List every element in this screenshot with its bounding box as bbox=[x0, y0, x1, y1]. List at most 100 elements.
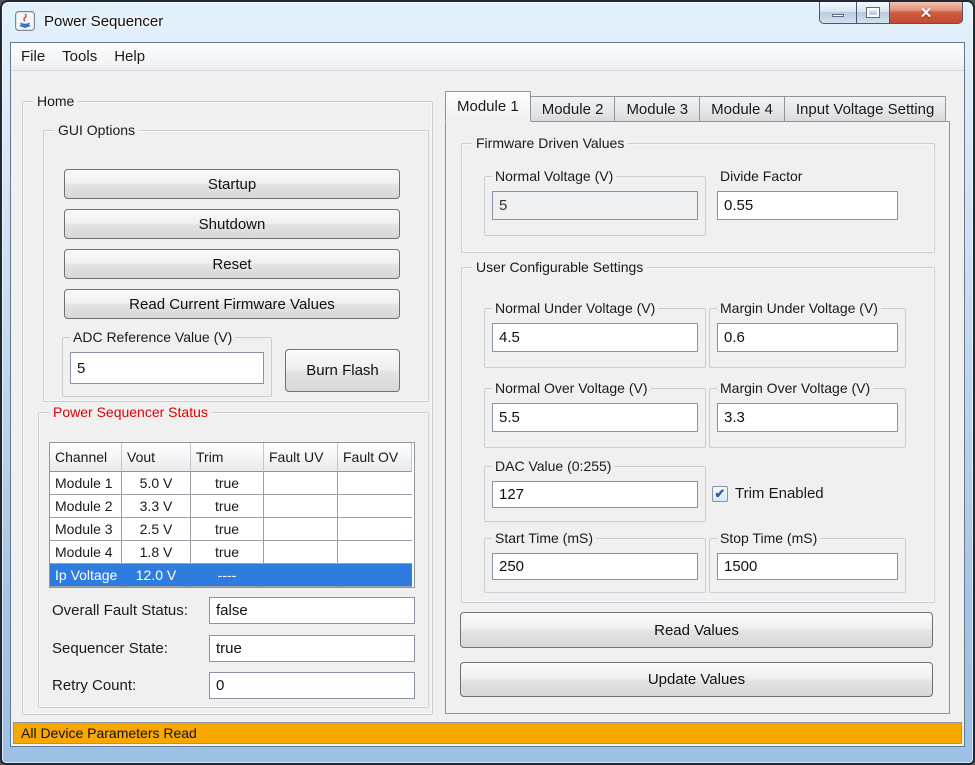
margin-under-voltage-group: Margin Under Voltage (V) bbox=[709, 308, 906, 368]
normal-under-voltage-input[interactable] bbox=[492, 323, 698, 352]
col-channel[interactable]: Channel bbox=[50, 443, 122, 472]
divide-factor-label: Divide Factor bbox=[717, 168, 805, 184]
start-time-group: Start Time (mS) bbox=[484, 538, 706, 593]
menu-tools[interactable]: Tools bbox=[62, 48, 97, 65]
normal-under-voltage-label: Normal Under Voltage (V) bbox=[492, 300, 658, 316]
stop-time-input[interactable] bbox=[717, 553, 898, 580]
firmware-driven-values-title: Firmware Driven Values bbox=[472, 135, 628, 151]
minimize-button[interactable] bbox=[819, 2, 857, 24]
cell-fault-uv bbox=[264, 564, 338, 587]
status-table-header: Channel Vout Trim Fault UV Fault OV bbox=[50, 443, 414, 472]
java-coffee-cup-icon bbox=[15, 11, 35, 31]
tab-module-2[interactable]: Module 2 bbox=[531, 96, 616, 122]
cell-trim: true bbox=[191, 518, 264, 541]
trim-enabled-checkbox-row[interactable]: ✔ Trim Enabled bbox=[712, 485, 824, 502]
table-row-ip-voltage[interactable]: Ip Voltage 12.0 V ---- bbox=[50, 564, 414, 587]
module-1-panel: Firmware Driven Values Normal Voltage (V… bbox=[445, 121, 950, 714]
menu-bar: File Tools Help bbox=[11, 43, 964, 71]
margin-over-voltage-group: Margin Over Voltage (V) bbox=[709, 388, 906, 448]
col-vout[interactable]: Vout bbox=[122, 443, 191, 472]
cell-channel: Module 1 bbox=[50, 472, 122, 495]
read-values-button[interactable]: Read Values bbox=[460, 612, 933, 648]
table-row-module1[interactable]: Module 1 5.0 V true bbox=[50, 472, 414, 495]
table-row-module3[interactable]: Module 3 2.5 V true bbox=[50, 518, 414, 541]
normal-voltage-group: Normal Voltage (V) bbox=[484, 176, 706, 236]
table-row-module4[interactable]: Module 4 1.8 V true bbox=[50, 541, 414, 564]
burn-flash-button[interactable]: Burn Flash bbox=[285, 349, 400, 392]
cell-channel: Module 4 bbox=[50, 541, 122, 564]
cell-fault-ov bbox=[338, 495, 412, 518]
status-bar: All Device Parameters Read bbox=[13, 722, 962, 744]
user-configurable-settings-title: User Configurable Settings bbox=[472, 259, 647, 275]
sequencer-state-label: Sequencer State: bbox=[52, 640, 168, 657]
cell-trim: true bbox=[191, 495, 264, 518]
home-panel: Home GUI Options Startup Shutdown Reset … bbox=[22, 101, 433, 715]
gui-options-group: GUI Options Startup Shutdown Reset Read … bbox=[43, 130, 429, 402]
stop-time-group: Stop Time (mS) bbox=[709, 538, 906, 593]
close-icon: ✕ bbox=[920, 4, 933, 22]
adc-reference-input[interactable] bbox=[70, 352, 264, 384]
col-fault-ov[interactable]: Fault OV bbox=[338, 443, 412, 472]
menu-file[interactable]: File bbox=[21, 48, 45, 65]
normal-voltage-input bbox=[492, 191, 698, 220]
menu-help[interactable]: Help bbox=[114, 48, 145, 65]
cell-trim: true bbox=[191, 541, 264, 564]
dac-value-group: DAC Value (0:255) bbox=[484, 466, 706, 522]
cell-fault-ov bbox=[338, 564, 412, 587]
tab-module-4[interactable]: Module 4 bbox=[700, 96, 785, 122]
cell-vout: 1.8 V bbox=[122, 541, 191, 564]
close-button[interactable]: ✕ bbox=[889, 2, 963, 24]
trim-enabled-checkbox[interactable]: ✔ bbox=[712, 486, 728, 502]
divide-factor-input[interactable] bbox=[717, 191, 898, 220]
module-tabs: Module 1 Module 2 Module 3 Module 4 Inpu… bbox=[445, 91, 946, 122]
cell-channel: Module 2 bbox=[50, 495, 122, 518]
cell-trim: true bbox=[191, 472, 264, 495]
dac-value-input[interactable] bbox=[492, 481, 698, 508]
minimize-icon bbox=[832, 14, 844, 17]
col-fault-uv[interactable]: Fault UV bbox=[264, 443, 338, 472]
title-bar[interactable]: Power Sequencer ✕ bbox=[2, 2, 973, 42]
overall-fault-status-label: Overall Fault Status: bbox=[52, 602, 188, 619]
cell-fault-uv bbox=[264, 518, 338, 541]
dac-value-label: DAC Value (0:255) bbox=[492, 458, 614, 474]
margin-under-voltage-input[interactable] bbox=[717, 323, 898, 352]
tab-input-voltage-setting[interactable]: Input Voltage Setting bbox=[785, 96, 946, 122]
cell-fault-uv bbox=[264, 541, 338, 564]
client-area: File Tools Help Home GUI Options Startup… bbox=[10, 42, 965, 747]
startup-button[interactable]: Startup bbox=[64, 169, 400, 199]
normal-voltage-label: Normal Voltage (V) bbox=[492, 168, 616, 184]
cell-fault-ov bbox=[338, 541, 412, 564]
margin-under-voltage-label: Margin Under Voltage (V) bbox=[717, 300, 881, 316]
retry-count-value[interactable] bbox=[209, 672, 415, 699]
adc-reference-label: ADC Reference Value (V) bbox=[70, 329, 235, 345]
normal-over-voltage-input[interactable] bbox=[492, 403, 698, 432]
normal-under-voltage-group: Normal Under Voltage (V) bbox=[484, 308, 706, 368]
maximize-button[interactable] bbox=[857, 2, 889, 24]
start-time-input[interactable] bbox=[492, 553, 698, 580]
reset-button[interactable]: Reset bbox=[64, 249, 400, 279]
tab-module-1[interactable]: Module 1 bbox=[445, 91, 531, 122]
cell-fault-uv bbox=[264, 472, 338, 495]
adc-reference-group: ADC Reference Value (V) bbox=[62, 337, 272, 397]
update-values-button[interactable]: Update Values bbox=[460, 662, 933, 697]
cell-trim: ---- bbox=[191, 564, 264, 587]
normal-over-voltage-label: Normal Over Voltage (V) bbox=[492, 380, 651, 396]
table-row-module2[interactable]: Module 2 3.3 V true bbox=[50, 495, 414, 518]
shutdown-button[interactable]: Shutdown bbox=[64, 209, 400, 239]
overall-fault-status-value[interactable] bbox=[209, 597, 415, 624]
main-content: Home GUI Options Startup Shutdown Reset … bbox=[11, 72, 964, 720]
cell-channel: Module 3 bbox=[50, 518, 122, 541]
tab-module-3[interactable]: Module 3 bbox=[615, 96, 700, 122]
margin-over-voltage-input[interactable] bbox=[717, 403, 898, 432]
col-trim[interactable]: Trim bbox=[191, 443, 264, 472]
gui-options-title: GUI Options bbox=[54, 122, 139, 138]
window-controls: ✕ bbox=[819, 2, 963, 24]
cell-fault-ov bbox=[338, 518, 412, 541]
home-panel-title: Home bbox=[33, 93, 78, 109]
start-time-label: Start Time (mS) bbox=[492, 530, 596, 546]
read-current-firmware-values-button[interactable]: Read Current Firmware Values bbox=[64, 289, 400, 319]
sequencer-state-value[interactable] bbox=[209, 635, 415, 662]
cell-vout: 5.0 V bbox=[122, 472, 191, 495]
cell-fault-uv bbox=[264, 495, 338, 518]
trim-enabled-label: Trim Enabled bbox=[735, 485, 824, 502]
